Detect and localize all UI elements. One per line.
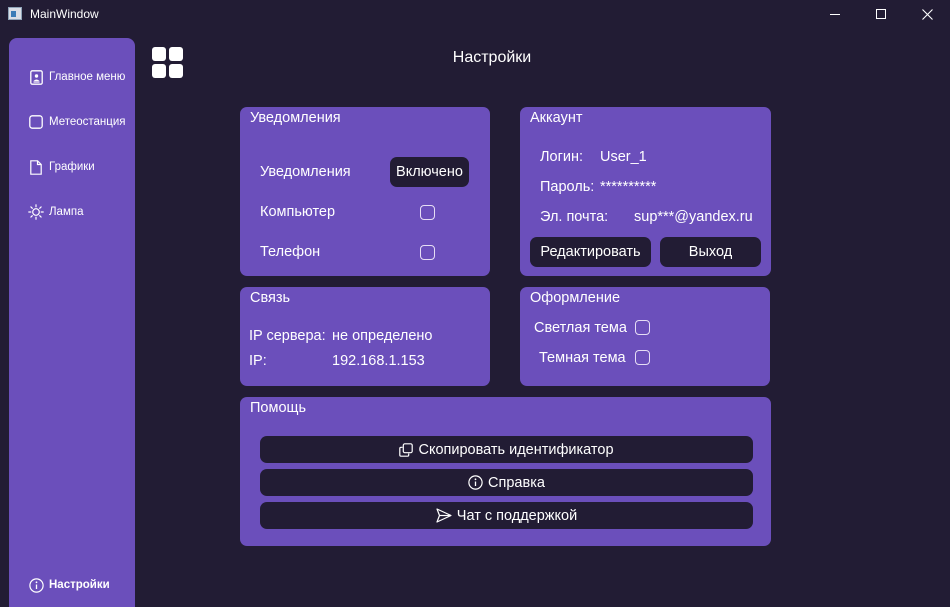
login-value: User_1 (600, 149, 647, 165)
support-chat-button[interactable]: Чат с поддержкой (260, 502, 753, 529)
title-bar: MainWindow (0, 0, 950, 28)
info-icon (28, 577, 44, 593)
logout-button[interactable]: Выход (660, 237, 761, 267)
sidebar-item-settings[interactable]: Настройки (9, 574, 135, 596)
square-icon (28, 114, 44, 130)
connection-card: Связь IP сервера: не определено IP: 192.… (240, 287, 490, 386)
password-label: Пароль: (540, 179, 595, 195)
sidebar-item-main-menu[interactable]: Главное меню (9, 66, 135, 88)
sun-icon (28, 204, 44, 220)
sidebar-item-label: Настройки (49, 579, 110, 591)
page-title: Настройки (452, 49, 532, 66)
edit-button[interactable]: Редактировать (530, 237, 651, 267)
sidebar-item-label: Лампа (49, 206, 84, 218)
window-title: MainWindow (30, 7, 99, 21)
appearance-card: Оформление Светлая тема Темная тема (520, 287, 770, 386)
sidebar-item-lamp[interactable]: Лампа (9, 201, 135, 223)
ip-label: IP: (249, 353, 267, 369)
notifications-title: Уведомления (250, 110, 341, 126)
account-card: Аккаунт Логин: User_1 Пароль: **********… (520, 107, 771, 276)
copy-id-label: Скопировать идентификатор (418, 441, 614, 458)
close-icon (921, 8, 933, 20)
light-theme-label: Светлая тема (534, 320, 627, 336)
sidebar: Главное меню Метеостанция Графики Лампа … (9, 38, 135, 607)
copy-icon (399, 442, 414, 457)
login-label: Логин: (540, 149, 584, 165)
email-label: Эл. почта: (540, 209, 609, 225)
help-info-button[interactable]: Справка (260, 469, 753, 496)
sidebar-item-charts[interactable]: Графики (9, 156, 135, 178)
close-button[interactable] (904, 0, 950, 28)
app-icon (8, 7, 22, 20)
help-card: Помощь Скопировать идентификатор Справка… (240, 397, 771, 546)
sidebar-item-label: Графики (49, 161, 95, 173)
notifications-label: Уведомления (260, 164, 351, 180)
document-icon (28, 159, 44, 175)
maximize-button[interactable] (858, 0, 904, 28)
email-value: sup***@yandex.ru (634, 209, 753, 225)
connection-title: Связь (250, 290, 291, 306)
maximize-icon (876, 9, 886, 19)
copy-id-button[interactable]: Скопировать идентификатор (260, 436, 753, 463)
server-ip-value: не определено (332, 328, 433, 344)
computer-label: Компьютер (260, 204, 336, 220)
sidebar-item-label: Главное меню (49, 71, 126, 83)
appearance-title: Оформление (530, 290, 621, 306)
dark-theme-label: Темная тема (539, 350, 626, 366)
notifications-toggle-button[interactable]: Включено (390, 157, 469, 187)
send-icon (436, 508, 452, 523)
computer-checkbox[interactable] (420, 205, 435, 220)
grid-menu-icon[interactable] (152, 47, 184, 79)
phone-label: Телефон (260, 244, 321, 260)
info-icon (468, 475, 483, 490)
home-icon (28, 69, 44, 85)
support-chat-label: Чат с поддержкой (456, 507, 578, 524)
account-title: Аккаунт (530, 110, 583, 126)
minimize-button[interactable] (812, 0, 858, 28)
dark-theme-checkbox[interactable] (635, 350, 650, 365)
sidebar-item-label: Метеостанция (49, 116, 126, 128)
notifications-card: Уведомления Уведомления Включено Компьют… (240, 107, 490, 276)
help-title: Помощь (250, 400, 307, 416)
light-theme-checkbox[interactable] (635, 320, 650, 335)
minimize-icon (830, 13, 840, 15)
password-value: ********** (600, 179, 657, 195)
phone-checkbox[interactable] (420, 245, 435, 260)
server-ip-label: IP сервера: (249, 328, 326, 344)
ip-value: 192.168.1.153 (332, 353, 425, 369)
help-info-label: Справка (488, 474, 545, 491)
sidebar-item-weather-station[interactable]: Метеостанция (9, 111, 135, 133)
